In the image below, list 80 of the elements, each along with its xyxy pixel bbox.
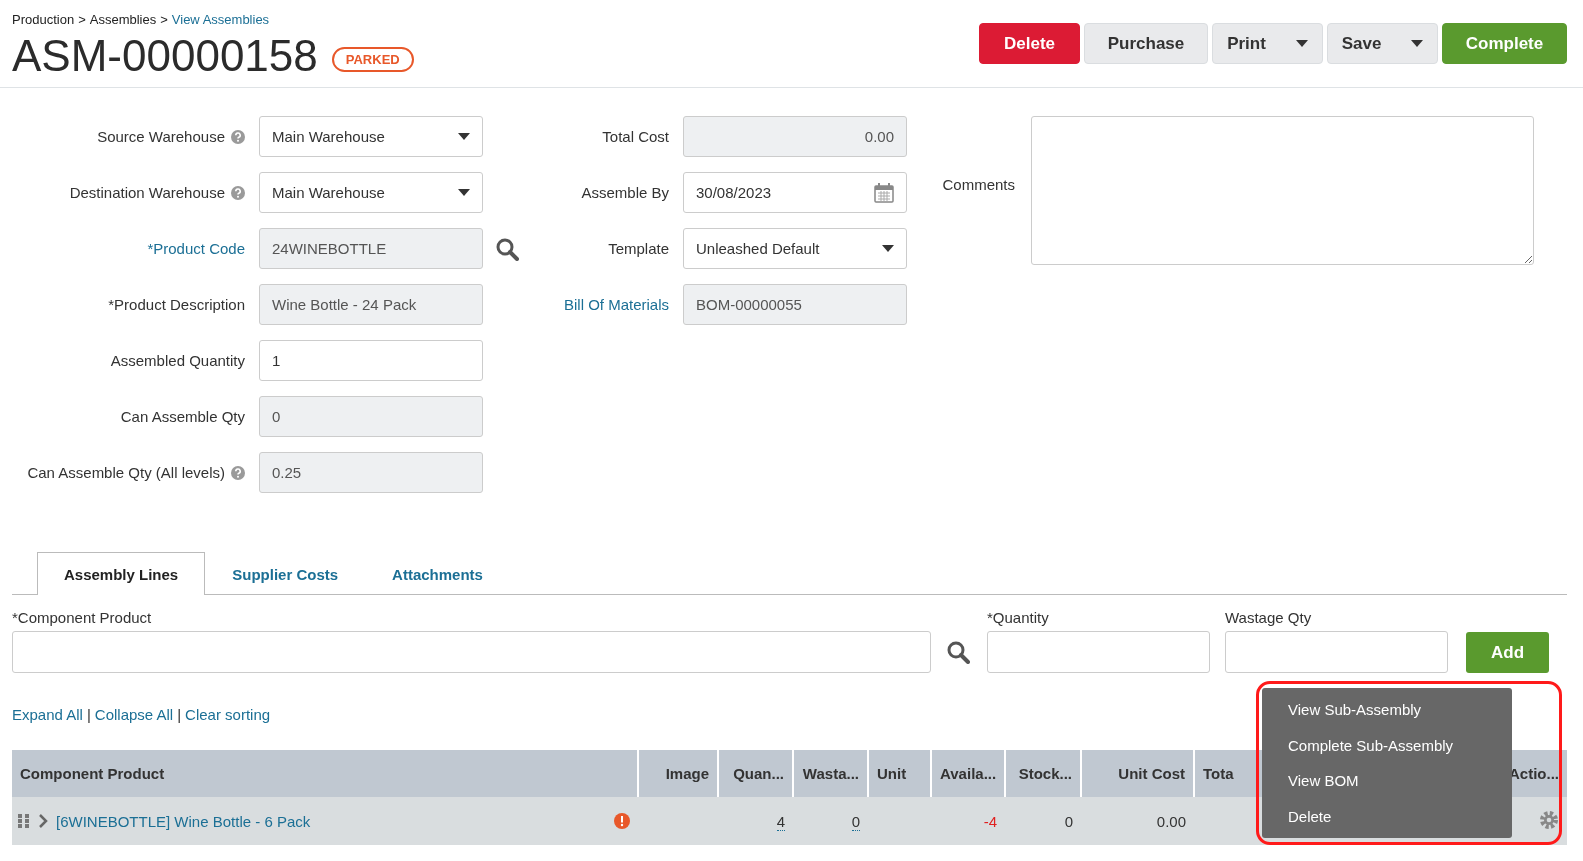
caret-icon	[1411, 40, 1424, 47]
field-label: Comments	[941, 176, 1015, 195]
field-link[interactable]: *Product Code	[147, 240, 245, 257]
page-title: ASM-00000158	[12, 31, 318, 81]
drag-handle-icon[interactable]	[18, 814, 30, 828]
menu-item[interactable]: Delete	[1262, 798, 1512, 834]
gear-icon[interactable]	[1539, 809, 1559, 830]
table-cell: 0	[1064, 812, 1073, 830]
input-field[interactable]	[987, 631, 1210, 673]
status-badge: PARKED	[331, 46, 414, 72]
input-field[interactable]: 0	[259, 396, 483, 437]
calendar-icon[interactable]	[874, 182, 894, 203]
input-field[interactable]: Wine Bottle - 24 Pack	[259, 284, 483, 325]
action-button[interactable]: Purchase	[1084, 23, 1208, 64]
column-header[interactable]: Image	[638, 750, 718, 797]
breadcrumb-item: Assemblies	[89, 12, 157, 27]
field-label: Destination Warehouse	[69, 184, 225, 201]
date-field[interactable]: 30/08/2023	[683, 172, 907, 213]
menu-item[interactable]: View Sub-Assembly	[1262, 692, 1512, 728]
breadcrumb-item: Production	[12, 12, 75, 27]
search-icon[interactable]	[946, 640, 970, 664]
column-header[interactable]: Component Product	[12, 750, 638, 797]
field-label: Assemble By	[581, 184, 669, 201]
input-field[interactable]: 0.25	[259, 452, 483, 493]
field-link[interactable]: Bill Of Materials	[563, 296, 669, 313]
field-label: Can Assemble Qty	[120, 408, 245, 425]
breadcrumb-link[interactable]: View Assemblies	[171, 12, 270, 27]
help-icon	[231, 185, 245, 200]
field-label: Source Warehouse	[97, 128, 225, 145]
input-field[interactable]	[1225, 631, 1448, 673]
chevron-icon[interactable]	[38, 814, 48, 828]
link-separator: |	[86, 706, 91, 723]
link[interactable]: Collapse All	[94, 706, 174, 723]
column-header[interactable]: Wasta...	[793, 750, 868, 797]
breadcrumb-separator: >	[160, 12, 168, 27]
dropdown-button[interactable]: Save	[1327, 23, 1438, 64]
search-icon[interactable]	[495, 236, 519, 261]
field-label: *Product Description	[108, 296, 245, 313]
field-label: Assembled Quantity	[110, 352, 245, 369]
table-cell: -4	[983, 812, 997, 830]
caret-icon	[458, 133, 470, 140]
link-separator: |	[177, 706, 182, 723]
tab[interactable]: Attachments	[365, 552, 510, 595]
field-label: *Component Product	[12, 609, 153, 626]
column-header[interactable]: Unit Cost	[1081, 750, 1194, 797]
dropdown-button[interactable]: Print	[1212, 23, 1323, 64]
quantity-value[interactable]: 4	[776, 812, 785, 831]
select-field[interactable]: Unleashed Default	[683, 228, 907, 269]
help-icon	[231, 465, 245, 480]
select-field[interactable]: Main Warehouse	[259, 172, 483, 213]
action-button[interactable]: Complete	[1442, 23, 1567, 64]
input-field[interactable]: 1	[259, 340, 483, 381]
tab[interactable]: Supplier Costs	[205, 552, 366, 595]
add-button[interactable]: Add	[1466, 632, 1549, 673]
comments-field[interactable]	[1031, 116, 1534, 265]
column-header[interactable]: Stock...	[1005, 750, 1081, 797]
caret-icon	[1295, 40, 1308, 47]
column-header[interactable]: Availa...	[931, 750, 1005, 797]
input-field[interactable]: 24WINEBOTTLE	[259, 228, 483, 269]
field-label: Total Cost	[602, 128, 669, 145]
select-field[interactable]: Main Warehouse	[259, 116, 483, 157]
table-cell: 0.00	[1156, 812, 1186, 830]
breadcrumb-separator: >	[78, 12, 86, 27]
action-button[interactable]: Delete	[979, 23, 1080, 64]
field-label: Wastage Qty	[1225, 609, 1313, 626]
column-header[interactable]: Unit	[868, 750, 931, 797]
caret-icon	[458, 189, 470, 196]
help-icon	[231, 129, 245, 144]
column-header[interactable]: Quan...	[718, 750, 793, 797]
field-label: Can Assemble Qty (All levels)	[27, 464, 225, 481]
wastage-value[interactable]: 0	[851, 812, 860, 831]
input-field[interactable]	[12, 631, 931, 673]
input-field[interactable]: BOM-00000055	[683, 284, 907, 325]
link[interactable]: Clear sorting	[185, 706, 271, 723]
link[interactable]: Expand All	[12, 706, 83, 723]
field-label: *Quantity	[987, 609, 1050, 626]
caret-icon	[882, 245, 894, 252]
input-field[interactable]: 0.00	[683, 116, 907, 157]
field-label: Template	[608, 240, 669, 257]
tab[interactable]: Assembly Lines	[37, 552, 206, 595]
